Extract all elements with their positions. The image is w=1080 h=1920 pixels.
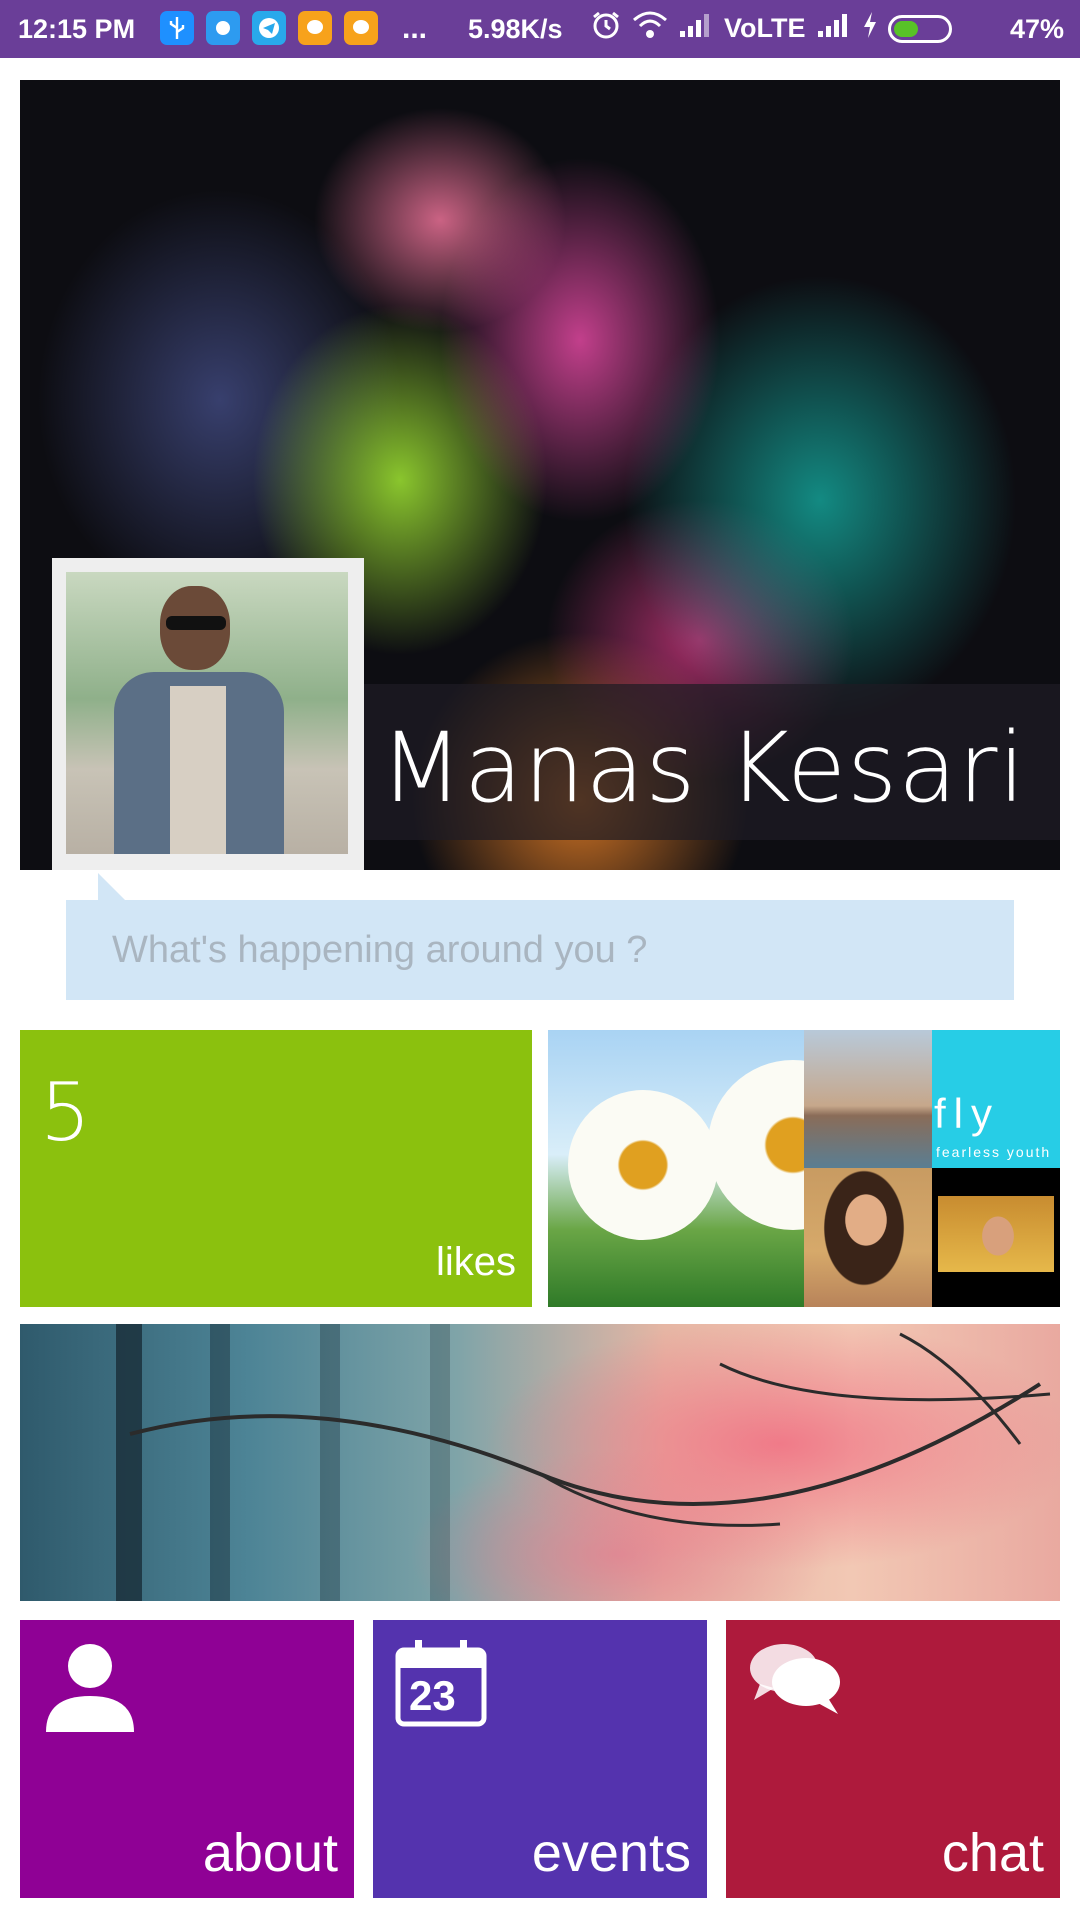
gallery-tile[interactable]: fly fearless youth	[548, 1030, 1060, 1307]
profile-photo	[66, 572, 348, 854]
wifi-icon	[632, 10, 668, 47]
alarm-icon	[590, 9, 622, 48]
likes-tile[interactable]: 5 likes	[20, 1030, 532, 1307]
avatar[interactable]	[52, 558, 364, 870]
calendar-icon: 23	[395, 1638, 487, 1728]
gallery-photo-portrait	[932, 1168, 1060, 1307]
avatar-shirt	[170, 686, 226, 854]
events-tile[interactable]: 23 events	[373, 1620, 707, 1898]
portrait-image	[938, 1196, 1054, 1272]
gallery-photo-fly: fly fearless youth	[932, 1030, 1060, 1168]
about-tile[interactable]: about	[20, 1620, 354, 1898]
network-speed: 5.98K/s	[468, 14, 563, 44]
battery-percent: 47%	[1010, 14, 1065, 44]
battery-level	[893, 20, 918, 37]
daisy-flower	[568, 1090, 718, 1240]
tree-branches	[129, 1332, 1051, 1527]
fly-text: fly	[934, 1090, 1000, 1137]
about-label: about	[202, 1823, 338, 1883]
likes-label: likes	[435, 1240, 516, 1284]
sunglasses	[166, 616, 226, 630]
landscape-banner[interactable]	[20, 1324, 1060, 1601]
name-banner: Manas Kesari	[362, 684, 1060, 840]
gallery-photo-daisy	[548, 1030, 878, 1307]
more-notifications: ...	[402, 12, 428, 45]
speech-bubble-tail	[98, 873, 126, 901]
fly-subtext: fearless youth	[936, 1144, 1052, 1160]
signal-icon	[816, 11, 852, 46]
status-indicators: VoLTE	[590, 9, 952, 48]
cover-photo[interactable]: Manas Kesari	[20, 80, 1060, 870]
status-bar: 12:15 PM ... 5.98K/s VoLTE 47%	[0, 0, 1080, 58]
signal-icon	[678, 11, 714, 46]
chat-bubble-icon	[344, 11, 378, 45]
chat-label: chat	[941, 1823, 1044, 1883]
notification-icons	[160, 11, 378, 45]
chat-bubbles-icon	[748, 1638, 844, 1723]
charging-icon	[862, 11, 878, 46]
likes-count: 5	[40, 1066, 91, 1159]
events-label: events	[531, 1823, 691, 1883]
status-time: 12:15 PM	[18, 14, 136, 44]
profile-name: Manas Kesari	[380, 712, 1027, 824]
chat-tile[interactable]: chat	[726, 1620, 1060, 1898]
gallery-photo-venice	[804, 1030, 932, 1168]
telegram-icon	[252, 11, 286, 45]
app-icon	[206, 11, 240, 45]
calendar-day: 23	[409, 1672, 456, 1719]
status-placeholder: What's happening around you ?	[112, 928, 648, 971]
battery-icon	[887, 14, 952, 43]
chat-bubble-icon	[298, 11, 332, 45]
usb-icon	[160, 11, 194, 45]
person-icon	[42, 1638, 138, 1739]
status-input[interactable]: What's happening around you ?	[66, 900, 1014, 1000]
network-type: VoLTE	[724, 13, 806, 43]
gallery-photo-portrait	[804, 1168, 932, 1307]
